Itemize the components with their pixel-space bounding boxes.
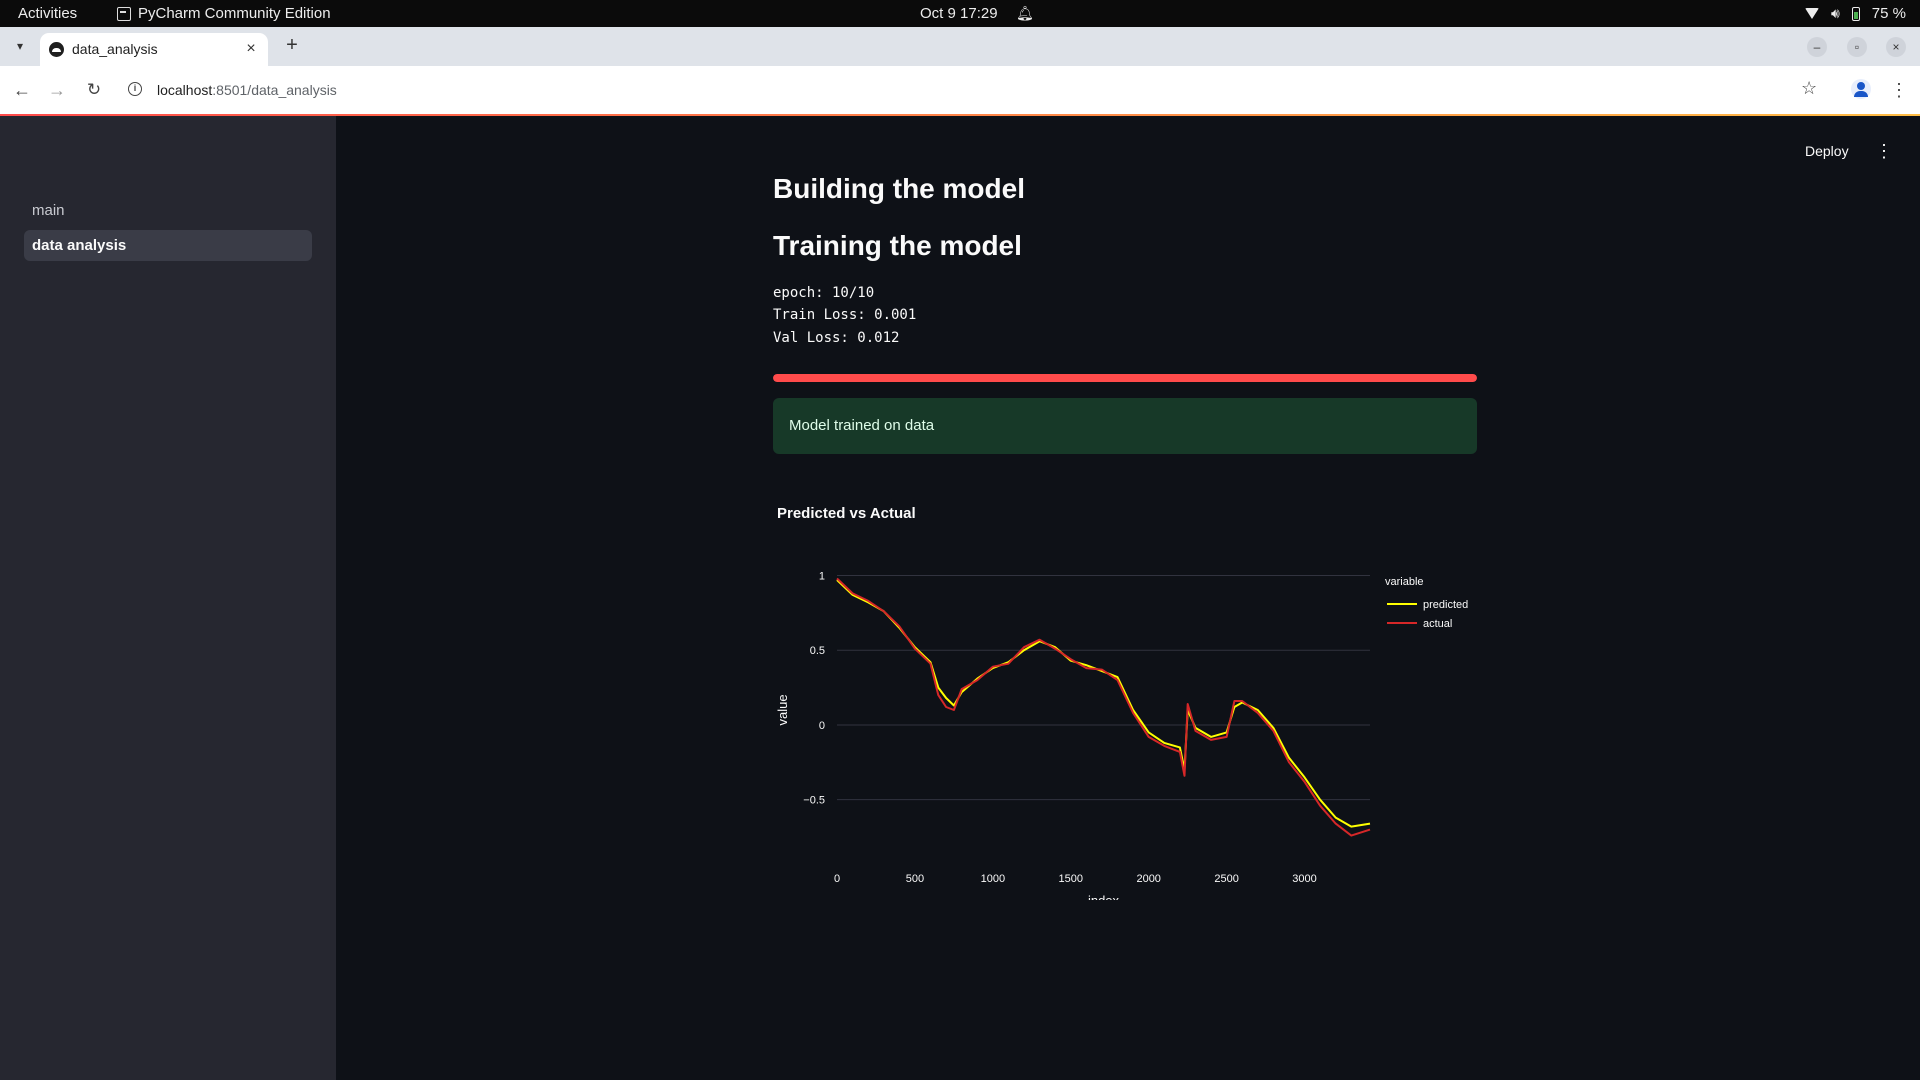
window-minimize-icon[interactable]: – xyxy=(1807,37,1827,57)
chart-title: Predicted vs Actual xyxy=(777,505,916,522)
system-status-area[interactable]: 🔊︎ 75 % xyxy=(1804,0,1906,27)
streamlit-favicon-icon xyxy=(49,42,64,57)
url-path: :8501/data_analysis xyxy=(212,82,337,98)
browser-tab-strip: ▾ data_analysis × + – ▫ × xyxy=(0,27,1920,66)
notification-bell-icon[interactable]: 🔔︎ xyxy=(1016,0,1034,27)
focused-app-indicator[interactable]: PyCharm Community Edition xyxy=(117,0,331,27)
back-arrow-icon[interactable]: ← xyxy=(10,78,34,102)
reload-icon[interactable]: ↻ xyxy=(82,78,106,102)
y-tick-label: 0 xyxy=(819,720,825,732)
battery-percentage: 75 % xyxy=(1871,5,1906,22)
y-tick-label: −0.5 xyxy=(803,795,825,807)
tab-title: data_analysis xyxy=(72,41,158,57)
legend-label-predicted: predicted xyxy=(1423,599,1468,611)
success-alert: Model trained on data xyxy=(773,398,1477,454)
url-field[interactable]: localhost:8501/data_analysis xyxy=(157,66,337,114)
forward-arrow-icon[interactable]: → xyxy=(45,78,69,102)
tab-search-chevron-down-icon[interactable]: ▾ xyxy=(10,36,30,56)
clock[interactable]: Oct 9 17:29 xyxy=(920,0,998,27)
new-tab-plus-icon[interactable]: + xyxy=(281,33,303,57)
browser-toolbar: ← → ↻ i localhost:8501/data_analysis ☆ ⋮ xyxy=(0,66,1920,114)
tab-close-icon[interactable]: × xyxy=(242,40,260,58)
deploy-button[interactable]: Deploy xyxy=(1799,139,1855,163)
series-line-predicted xyxy=(836,579,1371,828)
legend-title: variable xyxy=(1385,576,1424,588)
site-info-icon[interactable]: i xyxy=(128,82,142,96)
x-tick-label: 0 xyxy=(834,873,840,885)
battery-icon xyxy=(1851,6,1860,21)
x-tick-label: 3000 xyxy=(1292,873,1316,885)
window-restore-icon[interactable]: ▫ xyxy=(1847,37,1867,57)
bookmark-star-icon[interactable]: ☆ xyxy=(1801,78,1817,99)
browser-menu-kebab-icon[interactable]: ⋮ xyxy=(1890,78,1908,102)
focused-app-name: PyCharm Community Edition xyxy=(138,5,331,22)
app-window-icon xyxy=(117,6,131,21)
progress-bar-fill xyxy=(773,374,1477,382)
predicted-vs-actual-chart[interactable]: 1 0.5 0 −0.5 0 500 1000 1500 2000 2500 3000 index va… xyxy=(773,560,1483,908)
wifi-icon xyxy=(1804,8,1819,19)
x-tick-label: 2500 xyxy=(1214,873,1238,885)
y-axis-label: value xyxy=(775,694,790,725)
heading-building-model: Building the model xyxy=(773,173,1025,204)
log-train-loss: Train Loss: 0.001 xyxy=(773,307,917,323)
os-top-bar: Activities PyCharm Community Edition Oct… xyxy=(0,0,1920,27)
sidebar-item-data-analysis[interactable]: data analysis xyxy=(24,230,312,261)
y-tick-label: 0.5 xyxy=(810,645,825,657)
log-val-loss: Val Loss: 0.012 xyxy=(773,330,900,346)
y-tick-label: 1 xyxy=(819,570,825,582)
log-epoch: epoch: 10/10 xyxy=(773,285,875,301)
profile-avatar-icon[interactable] xyxy=(1851,79,1871,99)
success-alert-text: Model trained on data xyxy=(789,417,935,434)
legend-label-actual: actual xyxy=(1423,618,1452,630)
window-close-icon[interactable]: × xyxy=(1886,37,1906,57)
training-progress-bar xyxy=(773,374,1477,382)
app-menu-kebab-icon[interactable]: ⋮ xyxy=(1875,139,1893,163)
browser-tab-active[interactable]: data_analysis × xyxy=(40,33,268,66)
x-tick-label: 2000 xyxy=(1136,873,1160,885)
sidebar-item-main[interactable]: main xyxy=(24,195,312,226)
series-line-actual xyxy=(836,577,1371,837)
chart-svg: 1 0.5 0 −0.5 0 500 1000 1500 2000 2500 3000 index va… xyxy=(775,570,1468,908)
x-tick-label: 500 xyxy=(906,873,924,885)
activities-button[interactable]: Activities xyxy=(18,0,77,27)
volume-icon: 🔊︎ xyxy=(1830,5,1840,21)
heading-training-model: Training the model xyxy=(773,230,1022,261)
x-axis-label: index xyxy=(1088,893,1120,900)
x-tick-label: 1000 xyxy=(981,873,1005,885)
url-host: localhost xyxy=(157,82,213,98)
x-tick-label: 1500 xyxy=(1059,873,1083,885)
